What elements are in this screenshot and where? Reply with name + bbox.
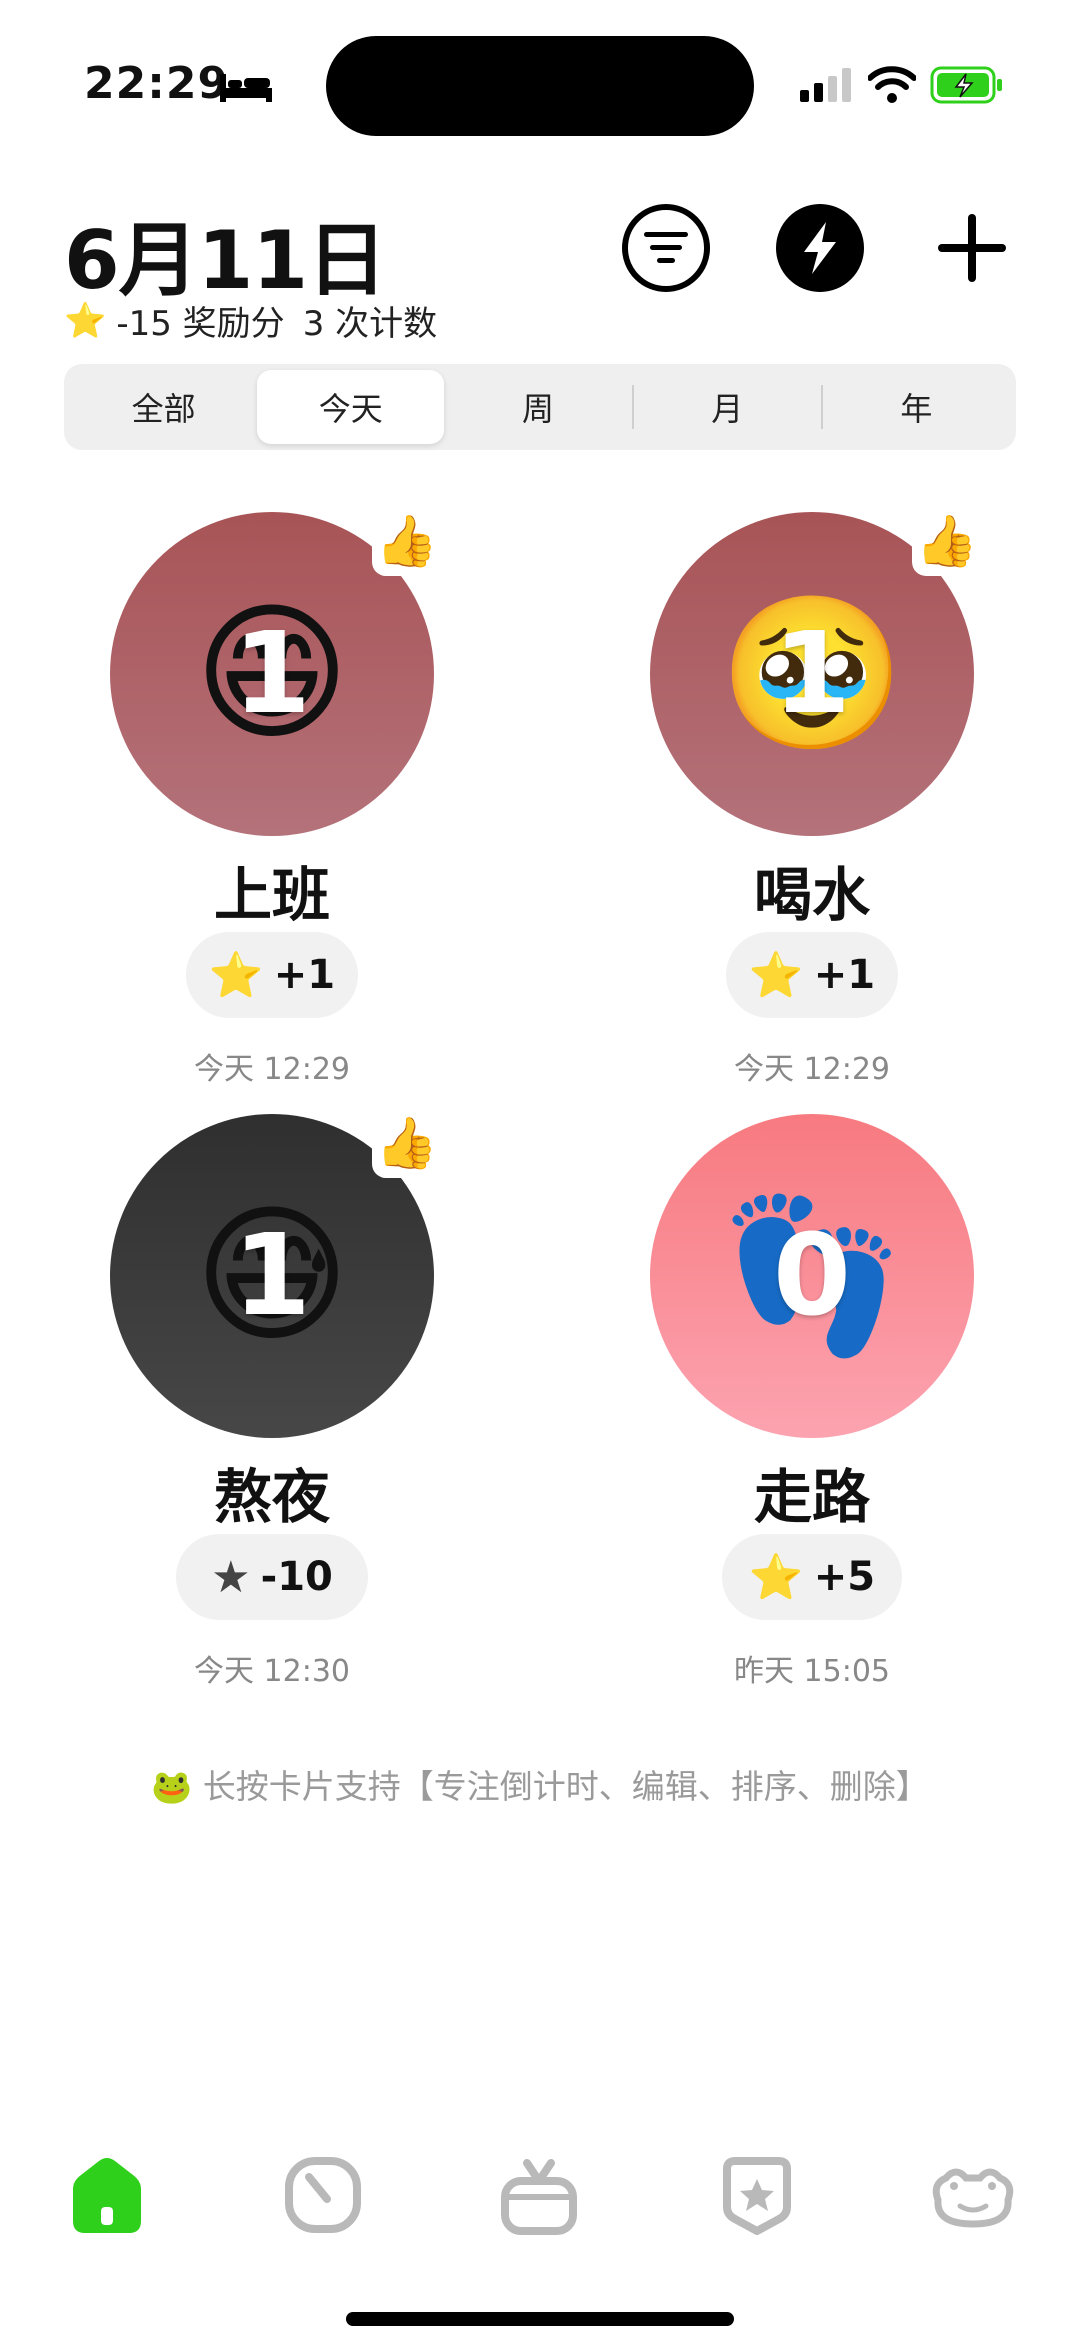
points-value: +1 <box>273 952 336 998</box>
segment-all[interactable]: 全部 <box>70 370 257 444</box>
points-value: +1 <box>813 952 876 998</box>
status-time: 22:29 <box>84 58 230 109</box>
star-icon: ⭐ <box>208 950 264 1001</box>
tab-profile[interactable] <box>928 2150 1018 2240</box>
tab-achievements[interactable] <box>712 2150 802 2240</box>
thumbs-up-icon: 👍 <box>912 506 982 576</box>
points-badge: ⭐ +5 <box>722 1534 902 1620</box>
filter-button[interactable] <box>622 204 710 292</box>
cellular-signal-icon <box>800 68 854 106</box>
points-badge: ⭐ +1 <box>186 932 358 1018</box>
summary-points: -15 奖励分 <box>116 304 285 344</box>
counter-card[interactable]: 😄 1 👍 上班 ⭐ +1 今天 12:29 <box>60 506 500 1087</box>
segment-week[interactable]: 周 <box>444 370 631 444</box>
summary-row: ⭐ -15 奖励分 3 次计数 <box>64 296 437 345</box>
home-indicator[interactable] <box>346 2312 734 2326</box>
card-title: 上班 <box>213 861 330 929</box>
bolt-icon <box>804 222 836 274</box>
segment-year[interactable]: 年 <box>823 370 1010 444</box>
frog-icon <box>932 2168 1014 2228</box>
card-title: 喝水 <box>753 861 870 929</box>
card-timestamp: 昨天 15:05 <box>734 1654 890 1689</box>
gift-icon <box>501 2159 577 2235</box>
wifi-icon <box>867 64 917 108</box>
card-count: 1 <box>773 609 851 739</box>
star-icon: ⭐ <box>748 950 804 1001</box>
points-badge: ⭐ +1 <box>726 932 898 1018</box>
points-value: +5 <box>813 1554 876 1600</box>
usage-hint: 🐸 长按卡片支持【专注倒计时、编辑、排序、删除】 <box>151 1767 929 1806</box>
sleep-mode-icon <box>218 70 274 108</box>
plus-icon <box>938 214 1006 282</box>
dynamic-island <box>326 36 754 136</box>
home-icon <box>73 2158 141 2233</box>
points-badge: ★ -10 <box>176 1534 368 1620</box>
dark-star-icon: ★ <box>211 1551 251 1603</box>
star-badge-icon <box>723 2157 791 2235</box>
card-title: 走路 <box>753 1463 870 1531</box>
summary-count: 3 次计数 <box>302 304 438 344</box>
card-title: 熬夜 <box>213 1463 330 1531</box>
star-icon: ⭐ <box>748 1552 804 1603</box>
counter-card[interactable]: 👣 0 走路 ⭐ +5 昨天 15:05 <box>600 1114 1040 1689</box>
tab-rewards[interactable] <box>494 2150 584 2240</box>
timer-icon <box>285 2157 361 2233</box>
card-count: 1 <box>233 1211 311 1341</box>
filter-icon <box>644 232 688 263</box>
points-value: -10 <box>260 1554 333 1600</box>
counter-card[interactable]: 🥹 1 👍 喝水 ⭐ +1 今天 12:29 <box>600 506 1040 1087</box>
star-icon: ⭐ <box>64 300 107 341</box>
card-count: 1 <box>233 609 311 739</box>
tab-timer[interactable] <box>278 2150 368 2240</box>
card-timestamp: 今天 12:30 <box>194 1654 350 1689</box>
battery-icon <box>930 66 1004 108</box>
card-timestamp: 今天 12:29 <box>194 1052 350 1087</box>
segment-month[interactable]: 月 <box>634 370 821 444</box>
page-title: 6月11日 <box>64 214 387 307</box>
tab-home[interactable] <box>62 2150 152 2240</box>
counter-card[interactable]: 😅 1 👍 熬夜 ★ -10 今天 12:30 <box>60 1108 500 1689</box>
add-button[interactable] <box>928 204 1016 292</box>
card-timestamp: 今天 12:29 <box>734 1052 890 1087</box>
quick-action-button[interactable] <box>776 204 864 292</box>
thumbs-up-icon: 👍 <box>372 506 442 576</box>
card-count: 0 <box>773 1211 851 1341</box>
thumbs-up-icon: 👍 <box>372 1108 442 1178</box>
period-segmented-control: 全部 今天 周 月 年 <box>64 364 1016 450</box>
segment-today[interactable]: 今天 <box>257 370 445 444</box>
counter-circle[interactable]: 👣 0 <box>650 1114 974 1438</box>
